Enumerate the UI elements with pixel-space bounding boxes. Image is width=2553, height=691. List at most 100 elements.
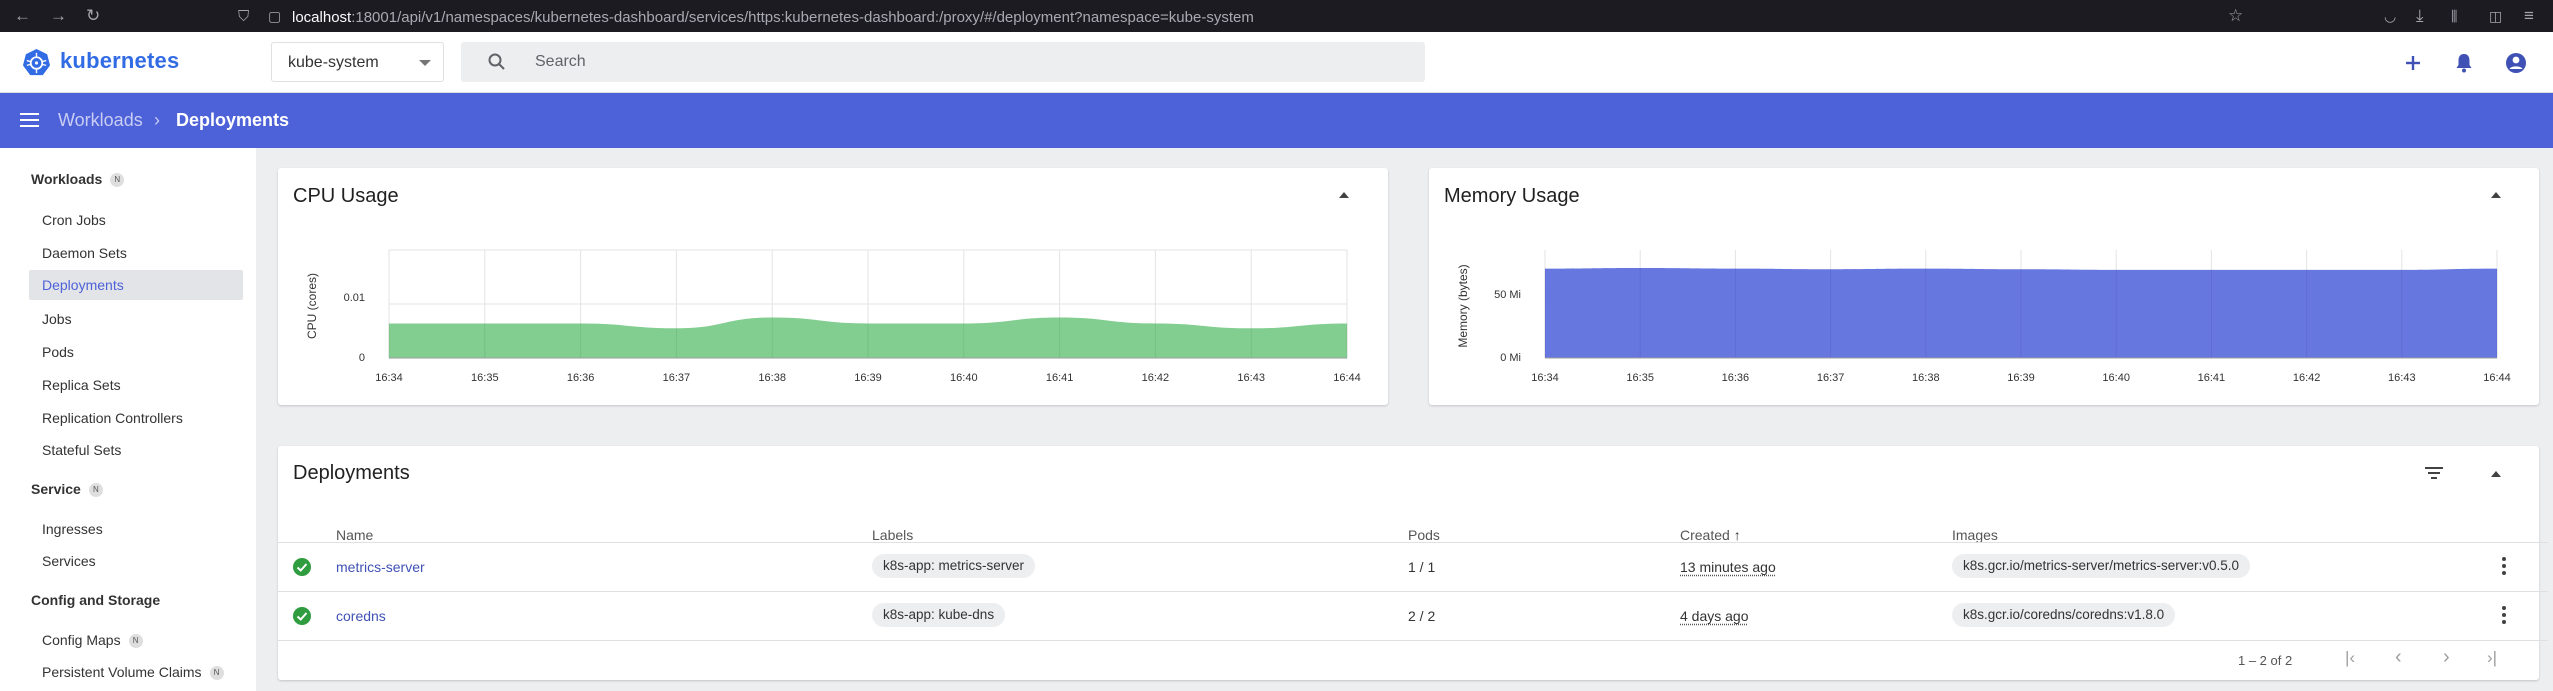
sidebar-item-cron-jobs[interactable]: Cron Jobs xyxy=(29,205,243,235)
memory-ytick-0: 0 Mi xyxy=(1500,352,1521,364)
first-page-icon[interactable]: |‹ xyxy=(2345,648,2355,668)
x-tick-label: 16:35 xyxy=(1626,372,1654,384)
sidebar-item-pods[interactable]: Pods xyxy=(29,337,243,367)
column-header-images: Images xyxy=(1952,527,1998,543)
memory-ylabel: Memory (bytes) xyxy=(1456,264,1470,347)
label-chip: k8s-app: kube-dns xyxy=(872,603,1006,627)
x-tick-label: 16:38 xyxy=(1912,372,1940,384)
menu-icon[interactable] xyxy=(20,111,40,129)
url-bar[interactable]: localhost:18001/api/v1/namespaces/kubern… xyxy=(292,9,1254,26)
more-vert-icon[interactable] xyxy=(2502,557,2506,578)
shield-icon[interactable]: ⛉ xyxy=(238,8,249,25)
sort-arrow-up-icon: ↑ xyxy=(1733,527,1741,543)
page-icon: ▢ xyxy=(268,8,282,24)
memory-chart: Memory (bytes) 0 Mi 50 Mi 16:34 16:35 16:3… xyxy=(1456,250,2511,384)
breadcrumb-current: Deployments xyxy=(176,110,290,130)
sidebar-icon[interactable]: ◫ xyxy=(2489,8,2502,25)
x-tick-label: 16:42 xyxy=(2293,372,2321,384)
sidebar-item-daemon-sets[interactable]: Daemon Sets xyxy=(29,238,243,268)
deployment-name-link[interactable]: metrics-server xyxy=(336,559,425,575)
logo-text[interactable]: kubernetes xyxy=(60,48,179,74)
search-icon xyxy=(488,53,505,70)
section-label: Config and Storage xyxy=(31,592,161,608)
download-icon[interactable]: ⤓ xyxy=(2416,6,2424,26)
reload-icon[interactable]: ↻ xyxy=(86,6,100,26)
pocket-icon[interactable]: ◡ xyxy=(2384,8,2396,25)
x-tick-label: 16:43 xyxy=(1237,372,1265,384)
x-tick-label: 16:39 xyxy=(2007,372,2035,384)
x-tick-label: 16:43 xyxy=(2388,372,2416,384)
prev-page-icon[interactable]: ‹ xyxy=(2395,646,2402,669)
deployment-name-link[interactable]: coredns xyxy=(336,608,386,624)
sidebar-item-deployments[interactable]: Deployments xyxy=(29,270,243,300)
url-host: localhost xyxy=(292,9,352,26)
url-path: :18001/api/v1/namespaces/kubernetes-dash… xyxy=(351,9,1254,26)
sidebar-item-config-maps[interactable]: Config Maps N xyxy=(29,625,243,655)
new-badge: N xyxy=(110,173,125,188)
x-tick-label: 16:40 xyxy=(2102,372,2130,384)
more-vert-icon[interactable] xyxy=(2502,606,2506,627)
kubernetes-logo-icon[interactable] xyxy=(22,48,51,77)
sidebar-section-config-storage[interactable]: Config and Storage xyxy=(31,592,160,608)
forward-arrow-icon[interactable]: → xyxy=(50,6,67,26)
item-label: Persistent Volume Claims xyxy=(42,664,202,680)
pods-count: 1 / 1 xyxy=(1408,559,1436,575)
namespace-value: kube-system xyxy=(288,54,379,71)
breadcrumb-workloads[interactable]: Workloads xyxy=(58,110,143,131)
sidebar-item-services[interactable]: Services xyxy=(29,546,243,576)
bookmark-star-icon[interactable]: ☆ xyxy=(2228,6,2243,26)
sidebar-item-persistent-volume-claims[interactable]: Persistent Volume Claims N xyxy=(29,657,243,687)
x-tick-label: 16:41 xyxy=(1046,372,1074,384)
sidebar-item-replication-controllers[interactable]: Replication Controllers xyxy=(29,403,243,433)
search-bar[interactable] xyxy=(461,42,1425,82)
sidebar-item-stateful-sets[interactable]: Stateful Sets xyxy=(29,435,243,465)
cpu-ylabel: CPU (cores) xyxy=(305,273,319,339)
row-divider xyxy=(278,542,2548,543)
memory-usage-card: Memory Usage Memory (bytes) 0 Mi 50 Mi 1… xyxy=(1429,168,2539,405)
namespace-select[interactable]: kube-system xyxy=(271,42,444,82)
sidebar-item-replica-sets[interactable]: Replica Sets xyxy=(29,370,243,400)
x-tick-label: 16:35 xyxy=(471,372,499,384)
sidebar-item-jobs[interactable]: Jobs xyxy=(29,304,243,334)
x-tick-label: 16:37 xyxy=(1817,372,1845,384)
new-badge: N xyxy=(88,483,103,498)
column-header-created[interactable]: Created ↑ xyxy=(1680,527,1741,543)
column-header-labels: Labels xyxy=(872,527,914,543)
x-tick-label: 16:44 xyxy=(1333,372,1361,384)
collapse-chevron-icon[interactable] xyxy=(2491,471,2501,477)
x-tick-label: 16:36 xyxy=(1722,372,1750,384)
column-header-pods: Pods xyxy=(1408,527,1440,543)
sidebar-item-ingresses[interactable]: Ingresses xyxy=(29,514,243,544)
app-header: kubernetes kube-system xyxy=(0,32,2553,93)
search-input[interactable] xyxy=(535,42,1405,82)
filter-list-icon[interactable] xyxy=(2424,465,2444,481)
pagination-range: 1 – 2 of 2 xyxy=(2238,653,2293,668)
library-icon[interactable]: ⫼ xyxy=(2451,8,2457,25)
create-plus-icon[interactable] xyxy=(2400,50,2426,76)
last-page-icon[interactable]: ›| xyxy=(2487,648,2497,668)
sidebar: Workloads N Cron Jobs Daemon Sets Deploym… xyxy=(0,148,256,691)
new-badge: N xyxy=(209,666,224,681)
account-circle-icon[interactable] xyxy=(2503,50,2529,76)
back-arrow-icon[interactable]: ← xyxy=(14,6,31,26)
sidebar-section-service[interactable]: Service N xyxy=(31,481,103,498)
hamburger-menu-icon[interactable]: ≡ xyxy=(2524,6,2534,26)
created-time: 13 minutes ago xyxy=(1680,559,1776,575)
created-header-label: Created xyxy=(1680,527,1730,543)
column-header-name[interactable]: Name xyxy=(336,527,373,543)
toolbar: Workloads › Deployments xyxy=(0,93,2553,148)
deployments-card: Deployments Name Labels Pods Created ↑ I… xyxy=(278,446,2548,680)
x-tick-label: 16:41 xyxy=(2198,372,2226,384)
section-label: Workloads xyxy=(31,171,103,187)
cpu-ytick-1: 0.01 xyxy=(344,292,365,304)
sidebar-section-workloads[interactable]: Workloads N xyxy=(31,171,125,188)
check-circle-icon xyxy=(293,607,311,625)
x-tick-label: 16:42 xyxy=(1142,372,1170,384)
x-tick-label: 16:34 xyxy=(1531,372,1559,384)
pods-count: 2 / 2 xyxy=(1408,608,1436,624)
x-tick-label: 16:37 xyxy=(663,372,691,384)
cpu-usage-card: CPU Usage CPU (cores) 0 0.01 16:34 16:35 1… xyxy=(278,168,1388,405)
next-page-icon[interactable]: › xyxy=(2443,646,2450,669)
created-time: 4 days ago xyxy=(1680,608,1749,624)
notifications-bell-icon[interactable] xyxy=(2451,50,2477,76)
